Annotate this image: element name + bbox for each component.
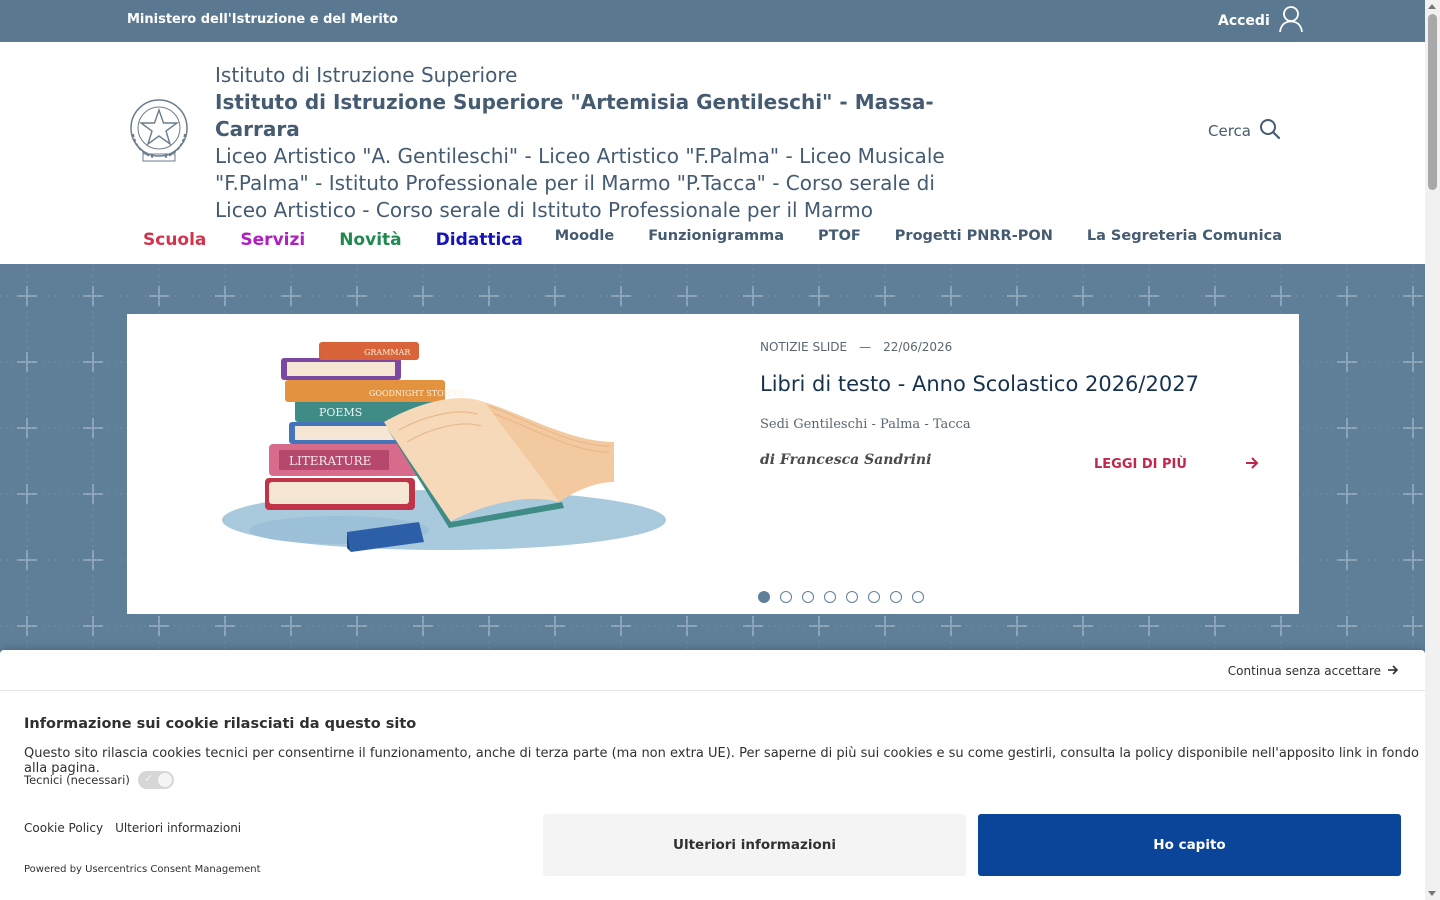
nav-progetti-pnrr-pon[interactable]: Progetti PNRR-PON bbox=[895, 228, 1053, 244]
book-label-literature: LITERATURE bbox=[289, 454, 371, 468]
cookie-consent-banner: Continua senza accettare Informazione su… bbox=[0, 650, 1425, 900]
login-button[interactable]: Accedi bbox=[1218, 6, 1304, 36]
brand-line-1: Istituto di Istruzione Superiore bbox=[215, 63, 518, 87]
carousel-dot-3[interactable] bbox=[802, 591, 814, 603]
school-brand[interactable]: Istituto di Istruzione Superiore Istitut… bbox=[215, 62, 975, 224]
carousel-dot-8[interactable] bbox=[912, 591, 924, 603]
accept-button[interactable]: Ho capito bbox=[978, 814, 1401, 876]
cookie-policy-link[interactable]: Cookie Policy bbox=[24, 821, 103, 835]
technical-cookies-label: Tecnici (necessari) bbox=[24, 773, 130, 787]
brand-line-3: Liceo Artistico "A. Gentileschi" - Liceo… bbox=[215, 144, 945, 222]
slide-meta-separator: — bbox=[859, 340, 872, 354]
continue-without-accepting-button[interactable]: Continua senza accettare bbox=[1228, 661, 1399, 680]
top-bar: Ministero dell'Istruzione e del Merito A… bbox=[0, 0, 1425, 42]
slide-title[interactable]: Libri di testo - Anno Scolastico 2026/20… bbox=[760, 372, 1199, 396]
italian-republic-emblem-icon[interactable] bbox=[127, 94, 191, 166]
arrow-right-icon bbox=[1245, 455, 1259, 474]
secondary-navigation: Moodle Funzionigramma PTOF Progetti PNRR… bbox=[555, 228, 1282, 244]
site-header: Istituto di Istruzione Superiore Istitut… bbox=[0, 42, 1425, 264]
book-label-grammar: GRAMMAR bbox=[364, 348, 411, 357]
stack-of-books-illustration: LITERATURE POEMS GOODNIGHT STORIES GRAMM… bbox=[222, 342, 666, 552]
nav-funzionigramma[interactable]: Funzionigramma bbox=[648, 228, 784, 244]
scroll-down-icon[interactable] bbox=[1428, 891, 1436, 896]
carousel-dot-7[interactable] bbox=[890, 591, 902, 603]
cookie-divider bbox=[0, 690, 1425, 691]
search-button[interactable]: Cerca bbox=[1208, 118, 1281, 144]
toggle-knob bbox=[157, 773, 172, 787]
slide-meta: NOTIZIE SLIDE — 22/06/2026 bbox=[760, 340, 952, 354]
check-icon: ✓ bbox=[143, 772, 154, 785]
search-label: Cerca bbox=[1208, 122, 1251, 140]
cookie-description: Questo sito rilascia cookies tecnici per… bbox=[24, 746, 1419, 776]
carousel-dot-1[interactable] bbox=[758, 591, 770, 603]
main-navigation: Scuola Servizi Novità Didattica bbox=[143, 230, 523, 250]
user-icon bbox=[1278, 5, 1304, 37]
slide-author: di Francesca Sandrini bbox=[760, 452, 932, 468]
more-info-link[interactable]: Ulteriori informazioni bbox=[115, 821, 241, 835]
continue-label: Continua senza accettare bbox=[1227, 663, 1381, 678]
read-more-label: LEGGI DI PIÙ bbox=[1094, 457, 1187, 472]
hero-carousel-section: LITERATURE POEMS GOODNIGHT STORIES GRAMM… bbox=[0, 264, 1425, 664]
slide-subtitle: Sedi Gentileschi - Palma - Tacca bbox=[760, 417, 971, 432]
technical-cookies-toggle[interactable]: ✓ bbox=[137, 771, 174, 789]
read-more-link[interactable]: LEGGI DI PIÙ bbox=[1094, 455, 1259, 474]
nav-scuola[interactable]: Scuola bbox=[143, 230, 206, 250]
news-slide-card[interactable]: LITERATURE POEMS GOODNIGHT STORIES GRAMM… bbox=[127, 314, 1299, 614]
nav-moodle[interactable]: Moodle bbox=[555, 228, 615, 244]
carousel-dot-4[interactable] bbox=[824, 591, 836, 603]
scroll-up-icon[interactable] bbox=[1428, 4, 1436, 9]
more-info-button[interactable]: Ulteriori informazioni bbox=[543, 814, 966, 876]
powered-by: Powered by Usercentrics Consent Manageme… bbox=[24, 864, 261, 875]
search-icon bbox=[1259, 118, 1281, 144]
page-scrollbar[interactable] bbox=[1425, 0, 1440, 900]
book-label-goodnight-stories: GOODNIGHT STORIES bbox=[369, 389, 464, 398]
nav-novita[interactable]: Novità bbox=[339, 230, 401, 250]
cookie-category-technical: Tecnici (necessari) ✓ bbox=[24, 771, 174, 789]
nav-servizi[interactable]: Servizi bbox=[240, 230, 305, 250]
cookie-links: Cookie Policy Ulteriori informazioni bbox=[24, 821, 241, 835]
slide-category[interactable]: NOTIZIE SLIDE bbox=[760, 340, 847, 354]
book-label-poems: POEMS bbox=[319, 406, 362, 419]
login-label: Accedi bbox=[1218, 13, 1270, 29]
carousel-dot-6[interactable] bbox=[868, 591, 880, 603]
nav-ptof[interactable]: PTOF bbox=[818, 228, 861, 244]
ministry-link[interactable]: Ministero dell'Istruzione e del Merito bbox=[127, 12, 398, 27]
carousel-dot-2[interactable] bbox=[780, 591, 792, 603]
cookie-title: Informazione sui cookie rilasciati da qu… bbox=[24, 716, 417, 732]
slide-date: 22/06/2026 bbox=[883, 340, 953, 354]
nav-segreteria-comunica[interactable]: La Segreteria Comunica bbox=[1087, 228, 1282, 244]
carousel-pagination bbox=[758, 591, 924, 603]
carousel-dot-5[interactable] bbox=[846, 591, 858, 603]
nav-didattica[interactable]: Didattica bbox=[436, 230, 523, 250]
brand-line-2: Istituto di Istruzione Superiore "Artemi… bbox=[215, 90, 934, 141]
arrow-right-icon bbox=[1387, 661, 1399, 680]
scrollbar-thumb[interactable] bbox=[1428, 14, 1437, 190]
